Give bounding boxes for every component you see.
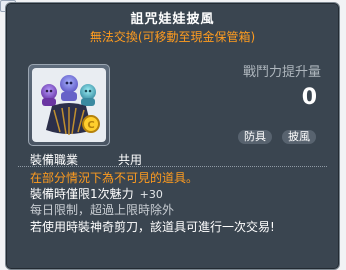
stat-line: 裝備時僅限1次魅力 +30 [30,185,163,202]
cursed-doll-cape-icon: C [32,68,106,142]
item-tooltip: 詛咒娃娃披風 無法交換(可移動至現金保管箱) C 戰鬥力提升量 0 防具 披風 … [5,2,340,270]
divider [18,166,327,168]
combat-power-value: 0 [301,85,317,110]
stat-bonus: +30 [139,188,163,201]
combat-power-label: 戰鬥力提升量 [242,65,321,80]
invisible-warning: 在部分情況下為不可見的道具。 [30,171,199,185]
trade-note: 若使用時裝神奇剪刀，該道具可進行一次交易! [30,220,275,234]
trade-restriction: 無法交換(可移動至現金保管箱) [89,30,256,44]
category-tag-armor: 防具 [238,130,272,144]
daily-limit: 每日限制，超過上限時除外 [30,203,175,217]
svg-text:C: C [87,120,94,131]
item-icon-frame: C [28,64,110,146]
stat-main: 裝備時僅限1次魅力 [30,187,134,201]
category-tag-cape: 披風 [282,130,316,144]
item-title: 詛咒娃娃披風 [130,12,215,27]
